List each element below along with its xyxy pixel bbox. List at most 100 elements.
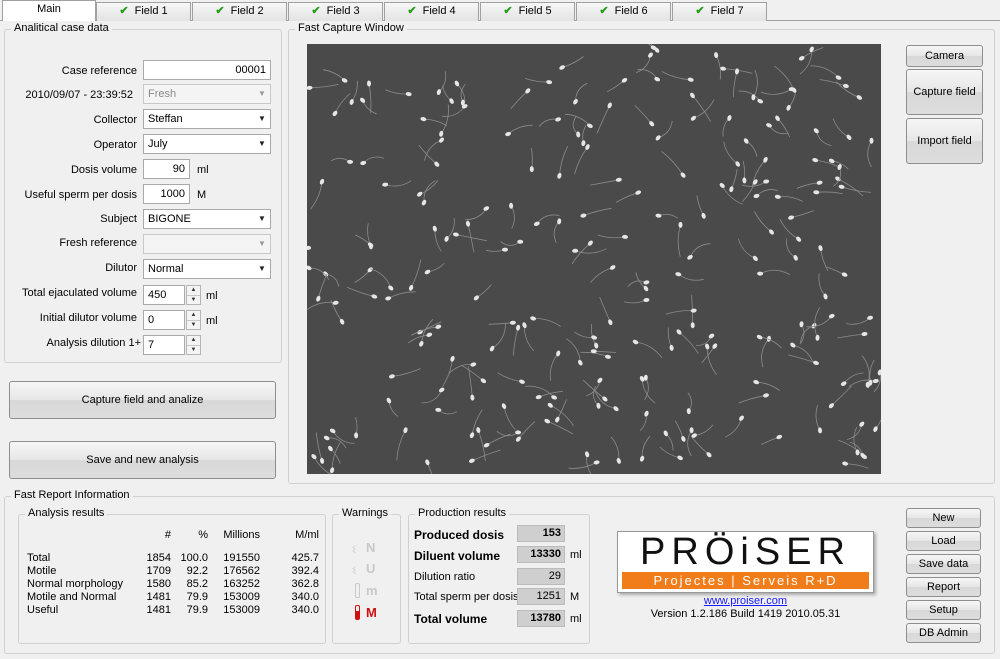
sperm-head (530, 316, 537, 321)
sperm-tail (368, 83, 372, 114)
initial-dilutor-input[interactable]: 0 (143, 310, 185, 330)
sperm-head (776, 434, 783, 440)
sperm-tail (423, 180, 436, 203)
total-ejaculated-spinner[interactable]: ▲ ▼ (186, 285, 201, 305)
sperm-head (681, 436, 686, 442)
tab-main[interactable]: Main (2, 0, 96, 21)
sperm-tail (421, 389, 443, 404)
analysis-dilution-spinner[interactable]: ▲ ▼ (186, 335, 201, 355)
collector-select[interactable]: Steffan ▼ (143, 109, 271, 129)
spin-up-icon[interactable]: ▲ (187, 286, 200, 295)
tab-field-5[interactable]: ✔ Field 5 (480, 2, 575, 21)
save-data-button[interactable]: Save data (906, 554, 981, 574)
spin-up-icon[interactable]: ▲ (187, 336, 200, 345)
sperm-head (708, 333, 715, 339)
diluent-volume-value: 13330 (517, 546, 565, 563)
tab-field-7[interactable]: ✔ Field 7 (672, 2, 767, 21)
sperm-tail (831, 385, 852, 406)
collector-value: Steffan (148, 113, 183, 125)
subject-label: Subject (100, 213, 137, 225)
tab-field-2[interactable]: ✔ Field 2 (192, 2, 287, 21)
case-reference-input[interactable]: 00001 (143, 60, 271, 80)
dosis-volume-input[interactable]: 90 (143, 159, 190, 179)
useful-sperm-input[interactable]: 1000 (143, 184, 190, 204)
spin-up-icon[interactable]: ▲ (187, 311, 200, 320)
sperm-head (644, 410, 649, 417)
sperm-tail (837, 333, 865, 339)
fresh-reference-select[interactable]: ▼ (143, 234, 271, 254)
total-volume-value: 13780 (517, 610, 565, 627)
subject-select[interactable]: BIGONE ▼ (143, 209, 271, 229)
sperm-tail (503, 406, 516, 430)
sperm-head (648, 52, 653, 58)
sperm-head (743, 138, 749, 144)
sperm-head (841, 272, 848, 277)
sperm-tail (440, 104, 449, 135)
sperm-tail (396, 430, 406, 461)
sperm-tail (779, 219, 799, 240)
microscope-capture-image[interactable] (289, 28, 885, 488)
sperm-tail (661, 151, 684, 176)
collector-label: Collector (93, 114, 137, 126)
total-ejaculated-input[interactable]: 450 (143, 285, 185, 305)
tab-field-3[interactable]: ✔ Field 3 (288, 2, 383, 21)
import-field-button[interactable]: Import field (906, 118, 983, 164)
sperm-tail (533, 317, 561, 327)
tab-label: Field 6 (614, 5, 648, 17)
sperm-head (469, 432, 475, 439)
sperm-head (572, 248, 579, 253)
sperm-tail (536, 214, 560, 225)
save-and-new-button[interactable]: Save and new analysis (9, 441, 276, 479)
sperm-head (840, 381, 847, 386)
sperm-tail (815, 405, 821, 431)
tab-field-6[interactable]: ✔ Field 6 (576, 2, 671, 21)
group-title: Fast Capture Window (295, 22, 407, 34)
check-icon: ✔ (119, 5, 129, 17)
sperm-tail (419, 180, 439, 195)
capture-and-analize-button[interactable]: Capture field and analize (9, 381, 276, 419)
sperm-head (608, 319, 613, 326)
load-button[interactable]: Load (906, 531, 981, 551)
sperm-tail (550, 404, 574, 426)
dilutor-select[interactable]: Normal ▼ (143, 259, 271, 279)
db-admin-button[interactable]: DB Admin (906, 623, 981, 643)
sperm-tail (665, 310, 694, 315)
spin-down-icon[interactable]: ▼ (187, 345, 200, 354)
initial-dilutor-label: Initial dilutor volume (39, 312, 137, 324)
chevron-down-icon: ▼ (258, 239, 266, 248)
sperm-head (438, 387, 445, 393)
tab-field-1[interactable]: ✔ Field 1 (96, 2, 191, 21)
camera-button[interactable]: Camera (906, 45, 983, 67)
sperm-tail (568, 462, 597, 469)
dilutor-value: Normal (148, 263, 184, 275)
datetime-label: 2010/09/07 - 23:39:52 (25, 89, 133, 101)
report-button[interactable]: Report (906, 577, 981, 597)
row-count: 1709 (146, 564, 171, 577)
sperm-tail (591, 323, 597, 346)
initial-dilutor-spinner[interactable]: ▲ ▼ (186, 310, 201, 330)
spin-down-icon[interactable]: ▼ (187, 295, 200, 304)
sperm-tail (423, 118, 448, 126)
analysis-dilution-input[interactable]: 7 (143, 335, 185, 355)
spin-down-icon[interactable]: ▼ (187, 320, 200, 329)
sperm-head (856, 95, 863, 100)
fresh-select[interactable]: Fresh ▼ (143, 84, 271, 104)
sperm-tail (553, 221, 560, 243)
tab-field-4[interactable]: ✔ Field 4 (384, 2, 479, 21)
sperm-head (752, 255, 758, 262)
sperm-head (813, 128, 819, 134)
proiser-logo: PRÖiSER Projectes | Serveis R+D (617, 531, 874, 593)
capture-field-button[interactable]: Capture field (906, 69, 983, 115)
chevron-down-icon: ▼ (258, 89, 266, 98)
tab-label: Field 4 (422, 5, 456, 17)
website-link[interactable]: www.proiser.com (617, 595, 874, 607)
table-row: Total 1854 100.0 191550 425.7 (27, 551, 319, 564)
sperm-head (388, 285, 394, 291)
dosis-volume-label: Dosis volume (70, 164, 137, 176)
version-text: Version 1.2.186 Build 1419 2010.05.31 (650, 608, 841, 620)
new-button[interactable]: New (906, 508, 981, 528)
setup-button[interactable]: Setup (906, 600, 981, 620)
sperm-tail (354, 269, 371, 284)
operator-select[interactable]: July ▼ (143, 134, 271, 154)
column-header: # (164, 529, 171, 541)
